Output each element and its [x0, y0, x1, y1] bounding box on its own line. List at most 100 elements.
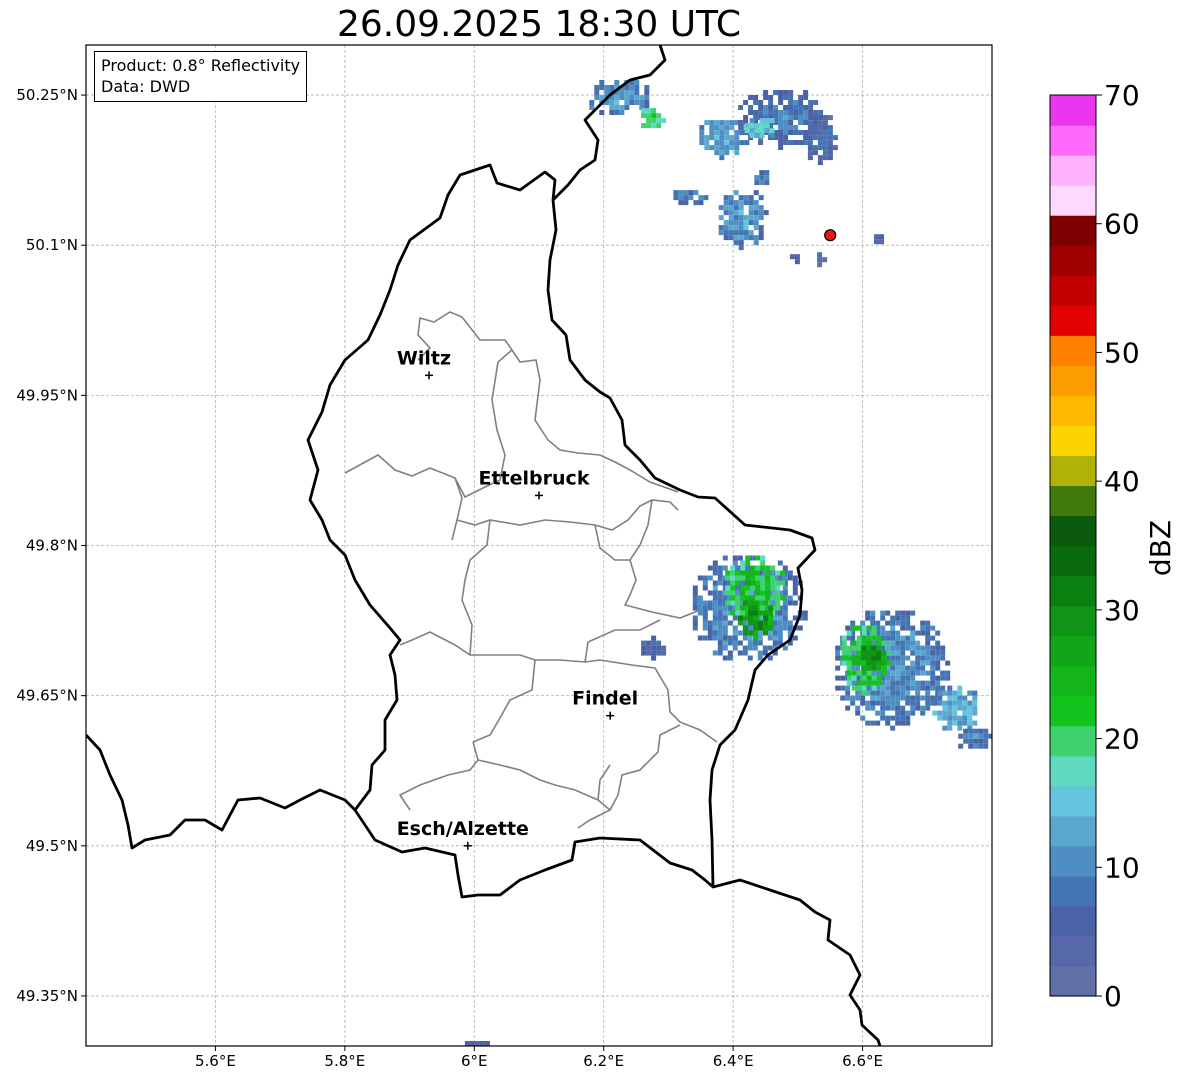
echo-pixel [717, 605, 723, 611]
echo-pixel [812, 120, 818, 126]
echo-pixel [759, 175, 765, 181]
echo-pixel [748, 230, 754, 236]
echo-pixel [890, 670, 896, 676]
echo-pixel [783, 95, 789, 100]
echo-pixel [775, 570, 781, 576]
echo-pixel [835, 655, 841, 661]
echo-pixel [724, 145, 730, 151]
echo-pixel [856, 660, 862, 666]
echo-pixel [778, 110, 784, 115]
echo-pixel [479, 1041, 485, 1046]
echo-pixel [942, 705, 948, 711]
echo-pixel [947, 720, 953, 726]
echo-pixel [743, 630, 749, 636]
lat-tick-label: 50.1°N [26, 236, 78, 254]
echo-pixel [723, 220, 729, 226]
echo-pixel [895, 630, 901, 636]
echo-pixel [952, 700, 958, 706]
echo-pixel [624, 90, 630, 95]
echo-pixel [738, 240, 744, 246]
echo-pixel [702, 620, 708, 626]
echo-pixel [777, 630, 783, 636]
echo-pixel [792, 590, 798, 596]
echo-pixel [787, 595, 793, 601]
echo-pixel [822, 155, 828, 161]
echo-pixel [733, 200, 739, 206]
echo-pixel [880, 690, 886, 696]
echo-pixel [629, 95, 635, 100]
echo-pixel [812, 115, 818, 121]
echo-pixel [778, 100, 784, 105]
echo-pixel [895, 705, 901, 711]
echo-pixel [827, 145, 833, 151]
echo-pixel [875, 690, 881, 696]
echo-pixel [735, 570, 741, 576]
echo-pixel [730, 570, 736, 576]
echo-pixel [890, 665, 896, 671]
echo-pixel [787, 600, 793, 606]
colorbar-swatch [1050, 935, 1096, 967]
echo-pixel [763, 105, 769, 110]
echo-pixel [768, 610, 774, 616]
echo-pixel [952, 720, 958, 726]
echo-pixel [764, 128, 770, 134]
echo-pixel [881, 660, 887, 666]
echo-pixel [866, 665, 872, 671]
echo-pixel [609, 100, 615, 105]
echo-pixel [925, 660, 931, 666]
echo-pixel [644, 90, 650, 95]
echo-pixel [895, 680, 901, 686]
echo-pixel [860, 620, 866, 626]
echo-pixel [895, 720, 901, 726]
echo-pixel [759, 118, 765, 124]
echo-pixel [787, 575, 793, 581]
echo-pixel [743, 625, 749, 631]
echo-pixel [614, 110, 620, 115]
echo-pixel [646, 650, 652, 656]
echo-pixel [930, 670, 936, 676]
product-text: Product: 0.8° Reflectivity [101, 56, 301, 75]
echo-pixel [464, 1041, 470, 1046]
echo-pixel [758, 195, 764, 201]
echo-pixel [704, 145, 710, 151]
echo-pixel [724, 140, 730, 146]
echo-pixel [712, 605, 718, 611]
echo-pixel [935, 680, 941, 686]
lon-tick-label: 6.2°E [583, 1052, 624, 1070]
echo-pixel [475, 1046, 480, 1051]
echo-pixel [738, 230, 744, 236]
echo-pixel [750, 575, 756, 581]
echo-pixel [783, 110, 789, 115]
city-label: Esch/Alzette [397, 818, 529, 840]
echo-pixel [717, 625, 723, 631]
echo-pixel [845, 695, 851, 701]
echo-pixel [742, 620, 748, 626]
echo-pixel [803, 105, 809, 110]
echo-pixel [890, 680, 896, 686]
echo-pixel [767, 645, 773, 651]
colorbar-swatch [1050, 635, 1096, 667]
echo-pixel [860, 695, 866, 701]
echo-pixel [717, 570, 723, 576]
echo-pixel [881, 665, 887, 671]
echo-pixel [743, 615, 749, 621]
echo-pixel [915, 655, 921, 661]
echo-pixel [777, 625, 783, 631]
echo-pixel [744, 140, 750, 146]
city-label: Wiltz [397, 347, 451, 369]
echo-pixel [656, 645, 662, 651]
echo-pixel [732, 625, 738, 631]
echo-pixel [727, 640, 733, 646]
echo-pixel [778, 135, 784, 140]
echo-pixel [753, 190, 759, 196]
echo-pixel [709, 120, 715, 126]
echo-pixel [722, 595, 728, 601]
echo-pixel [484, 1041, 490, 1046]
echo-pixel [851, 685, 857, 691]
echo-pixel [745, 595, 751, 601]
echo-pixel [734, 130, 740, 136]
echo-pixel [962, 710, 968, 716]
echo-pixel [724, 135, 730, 141]
echo-pixel [738, 615, 744, 621]
echo-pixel [876, 635, 882, 641]
